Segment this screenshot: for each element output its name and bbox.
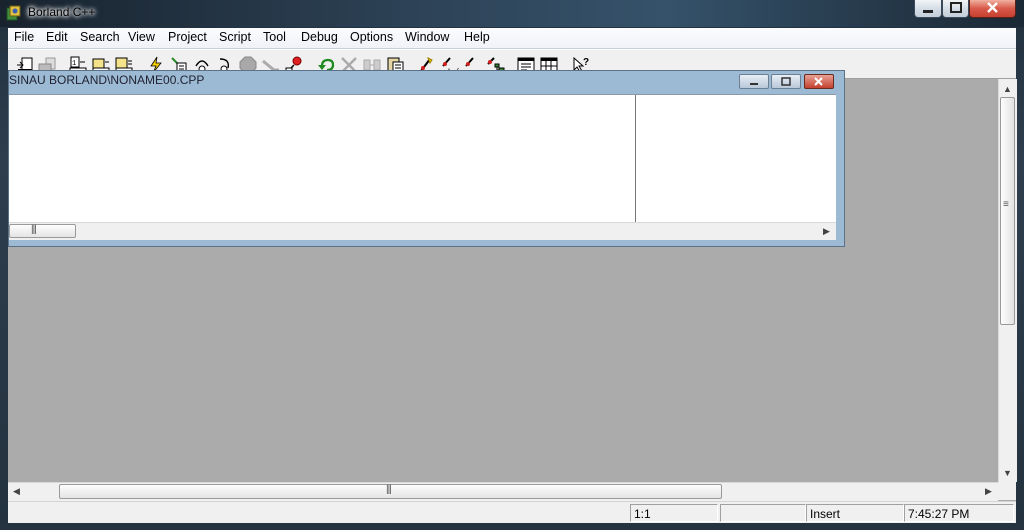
scroll-left-icon[interactable]: ◀ [13,486,20,497]
editor-horizontal-scrollbar[interactable]: ||| ▶ [9,222,836,240]
status-modified [720,504,806,522]
clock: 7:45:27 PM [904,504,1014,522]
close-icon [814,77,823,86]
menu-options[interactable]: Options [350,30,393,44]
grip-icon: ||| [386,484,392,495]
grip-icon: ||| [31,224,37,235]
menu-window[interactable]: Window [405,30,449,44]
scroll-down-icon[interactable]: ▼ [1003,468,1012,478]
menu-project[interactable]: Project [168,30,207,44]
scroll-up-icon[interactable]: ▲ [1003,84,1012,94]
vertical-scroll-thumb[interactable] [1000,97,1015,325]
menu-file[interactable]: File [14,30,34,44]
menu-script[interactable]: Script [219,30,251,44]
horizontal-scrollbar[interactable]: ◀ ||| ▶ [8,482,998,501]
menu-edit[interactable]: Edit [46,30,68,44]
menu-search[interactable]: Search [80,30,120,44]
maximize-icon [950,2,962,13]
editor-window[interactable]: SINAU BORLAND\NONAME00.CPP ||| ▶ [8,70,845,247]
borland-app-icon [6,5,21,21]
scrollbar-corner [998,482,1016,500]
minimize-button[interactable] [914,0,942,18]
close-button[interactable] [969,0,1016,18]
editor-close-button[interactable] [804,74,834,89]
minimize-icon [923,10,933,13]
grip-icon: ≡ [1003,199,1009,210]
minimize-icon [750,83,758,85]
editor-minimize-button[interactable] [739,74,769,89]
cursor-position: 1:1 [630,504,718,522]
restore-icon [781,77,791,86]
menu-bar: File Edit Search View Project Script Too… [8,28,1016,49]
status-bar: 1:1 Insert 7:45:27 PM [8,501,1016,524]
editor-restore-button[interactable] [771,74,801,89]
vertical-scrollbar[interactable]: ▲ ≡ ▼ [998,79,1017,482]
editor-scroll-thumb[interactable] [9,224,76,238]
scroll-right-icon[interactable]: ▶ [985,486,992,497]
window-frame-bottom [0,523,1024,530]
app-window: Borland C++ File Edit Search View Projec… [0,0,1024,530]
menu-debug[interactable]: Debug [301,30,338,44]
insert-mode: Insert [806,504,904,522]
close-icon [987,2,998,13]
scroll-right-icon[interactable]: ▶ [823,226,830,237]
menu-view[interactable]: View [128,30,155,44]
window-title: Borland C++ [28,5,96,19]
menu-help[interactable]: Help [464,30,490,44]
editor-title: SINAU BORLAND\NONAME00.CPP [9,73,205,87]
title-bar[interactable]: Borland C++ [0,0,1024,27]
editor-split-divider[interactable] [635,95,636,222]
svg-text:?: ? [583,57,589,68]
maximize-button[interactable] [942,0,969,18]
svg-text:1: 1 [72,60,76,68]
code-editor-area[interactable] [9,94,836,223]
menu-tool[interactable]: Tool [263,30,286,44]
